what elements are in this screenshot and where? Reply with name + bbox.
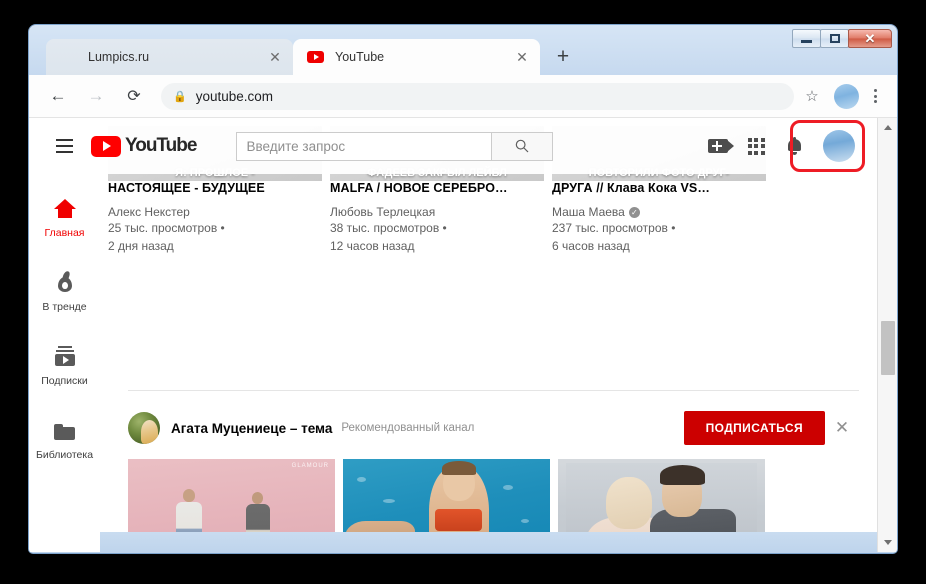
address-bar[interactable]: 🔒 youtube.com (161, 82, 794, 110)
youtube-content: Я: ПРОШЛОЕ - ФАДЕЕВ ЗАКРЫЛ ЛЕЙБЛ ПОВТОРИ… (100, 118, 877, 552)
sidebar-item-label: В тренде (42, 300, 87, 313)
back-icon[interactable]: ← (43, 81, 73, 111)
video-age: 2 дня назад (108, 239, 174, 253)
trending-fire-icon (57, 269, 73, 292)
top-row-metadata: НАСТОЯЩЕЕ - БУДУЩЕЕ Алекс Некстер 25 тыс… (104, 180, 877, 255)
scrollbar-thumb[interactable] (881, 321, 895, 375)
chrome-profile-avatar[interactable] (834, 83, 859, 109)
browser-toolbar: ← → ⟳ 🔒 youtube.com ☆ (29, 75, 897, 118)
tab-title: Lumpics.ru (88, 50, 150, 64)
channel-title: Агата Муцениеце – тема (171, 420, 333, 436)
sidebar-item-subscriptions[interactable]: Подписки (29, 328, 100, 402)
recommended-channel-row: Агата Муцениеце – тема Рекомендованный к… (128, 407, 859, 449)
channel-avatar[interactable] (128, 412, 160, 444)
sidebar-item-label: Подписки (41, 374, 88, 387)
forward-icon[interactable]: → (81, 81, 111, 111)
lock-icon: 🔒 (173, 90, 187, 103)
search-area: Введите запрос (236, 131, 554, 161)
subscriptions-icon (54, 344, 75, 366)
youtube-sidebar: Главная В тренде Подписки Библиотека (29, 174, 100, 552)
scroll-up-arrow-icon[interactable] (878, 118, 897, 137)
video-card[interactable]: НАСТОЯЩЕЕ - БУДУЩЕЕ Алекс Некстер 25 тыс… (108, 180, 322, 255)
tab-close-icon[interactable]: ✕ (514, 50, 530, 64)
channel-name: Алекс Некстер (108, 205, 190, 219)
reload-icon[interactable]: ⟳ (119, 81, 149, 111)
window-bottom-edge (29, 532, 897, 553)
video-views: 38 тыс. просмотров • (330, 221, 447, 235)
video-card[interactable]: MALFA / НОВОЕ СЕРЕБРО… Любовь Терлецкая … (330, 180, 544, 255)
sidebar-item-library[interactable]: Библиотека (29, 402, 100, 476)
bookmark-star-icon[interactable]: ☆ (798, 82, 826, 110)
minimize-button[interactable] (792, 29, 821, 48)
screen-root: Lumpics.ru ✕ YouTube ✕ + ✕ ← → ⟳ 🔒 youtu… (0, 0, 926, 584)
video-card[interactable]: ДРУГА // Клава Кока VS… Маша Маева ✓ 237… (552, 180, 766, 255)
video-channel: Маша Маева ✓ (552, 205, 766, 219)
video-views: 25 тыс. просмотров • (108, 221, 225, 235)
sidebar-item-label: Библиотека (35, 448, 94, 461)
video-channel: Алекс Некстер (108, 205, 322, 219)
subscribe-button[interactable]: ПОДПИСАТЬСЯ (683, 411, 825, 445)
library-folder-icon (54, 418, 75, 440)
tab-title: YouTube (335, 50, 385, 64)
youtube-logo-text: YouTube (125, 135, 197, 156)
youtube-logo[interactable]: YouTube (91, 135, 197, 157)
window-controls: ✕ (792, 29, 892, 48)
tab-lumpics[interactable]: Lumpics.ru ✕ (46, 39, 293, 75)
youtube-header: YouTube Введите запрос (29, 118, 877, 174)
sidebar-item-home[interactable]: Главная (29, 180, 100, 254)
verified-badge-icon: ✓ (628, 206, 640, 218)
browser-window: Lumpics.ru ✕ YouTube ✕ + ✕ ← → ⟳ 🔒 youtu… (29, 25, 897, 553)
tab-youtube[interactable]: YouTube ✕ (293, 39, 540, 75)
channel-name: Маша Маева (552, 205, 625, 219)
channel-subtitle: Рекомендованный канал (341, 422, 475, 434)
youtube-play-icon (307, 49, 324, 66)
channel-name: Любовь Терлецкая (330, 205, 436, 219)
vertical-scrollbar[interactable] (877, 118, 897, 552)
header-icons (699, 127, 877, 165)
create-video-icon[interactable] (699, 127, 737, 165)
page-viewport: Я: ПРОШЛОЕ - ФАДЕЕВ ЗАКРЫЛ ЛЕЙБЛ ПОВТОРИ… (29, 118, 897, 552)
video-title: MALFA / НОВОЕ СЕРЕБРО… (330, 181, 508, 195)
video-title: НАСТОЯЩЕЕ - БУДУЩЕЕ (108, 181, 265, 195)
chrome-menu-icon[interactable] (864, 89, 886, 103)
video-age: 6 часов назад (552, 239, 630, 253)
video-views: 237 тыс. просмотров • (552, 221, 676, 235)
search-button[interactable] (491, 131, 554, 161)
orange-circle-icon (60, 49, 77, 66)
tab-list: Lumpics.ru ✕ YouTube ✕ + (46, 39, 578, 75)
search-icon (516, 139, 529, 153)
search-input[interactable]: Введите запрос (236, 131, 492, 161)
hamburger-menu-icon[interactable] (45, 127, 83, 165)
apps-grid-icon[interactable] (737, 127, 775, 165)
video-age: 12 часов назад (330, 239, 415, 253)
maximize-button[interactable] (820, 29, 849, 48)
tab-close-icon[interactable]: ✕ (267, 50, 283, 64)
sidebar-item-label: Главная (44, 226, 85, 239)
video-title: ДРУГА // Клава Кока VS… (552, 181, 710, 195)
dismiss-icon[interactable]: ✕ (825, 418, 859, 438)
thumbnail-watermark: GLAMOUR (291, 463, 329, 469)
url-text: youtube.com (195, 88, 273, 104)
section-divider (128, 390, 859, 391)
new-tab-button[interactable]: + (548, 42, 578, 72)
video-channel: Любовь Терлецкая (330, 205, 544, 219)
notifications-bell-icon[interactable] (775, 127, 813, 165)
youtube-play-icon (91, 135, 121, 157)
account-avatar[interactable] (813, 130, 865, 162)
scroll-down-arrow-icon[interactable] (878, 533, 897, 552)
sidebar-item-trending[interactable]: В тренде (29, 254, 100, 328)
close-button[interactable]: ✕ (848, 29, 892, 48)
home-icon (53, 196, 76, 218)
browser-tabstrip: Lumpics.ru ✕ YouTube ✕ + ✕ (29, 25, 897, 75)
